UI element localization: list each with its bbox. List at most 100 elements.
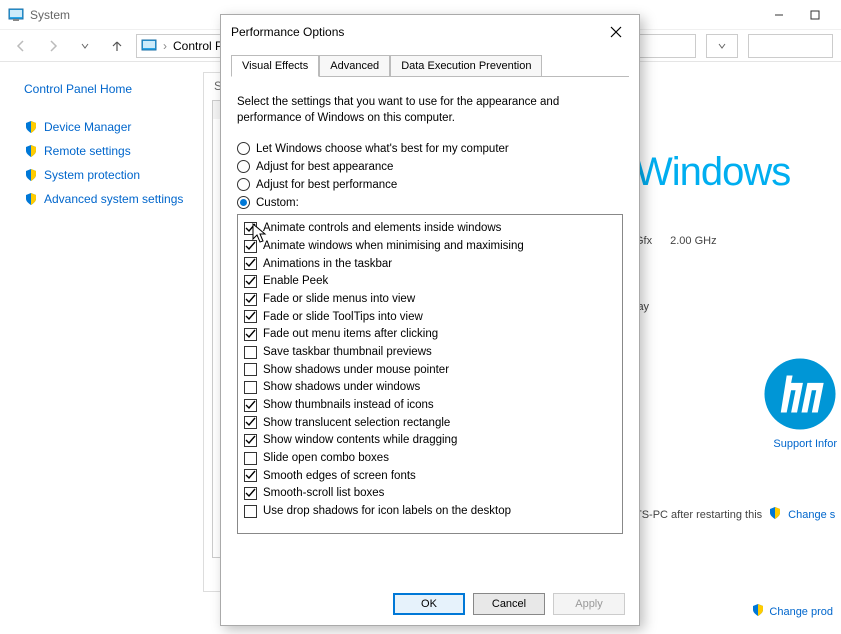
check-option-10[interactable]: Show thumbnails instead of icons xyxy=(244,397,616,414)
search-input[interactable] xyxy=(748,34,833,58)
check-option-16[interactable]: Use drop shadows for icon labels on the … xyxy=(244,503,616,520)
check-option-15[interactable]: Smooth-scroll list boxes xyxy=(244,485,616,502)
ray-label: lay xyxy=(635,301,837,313)
performance-options-dialog: Performance Options Visual EffectsAdvanc… xyxy=(220,14,640,626)
check-label: Animate windows when minimising and maxi… xyxy=(263,238,524,255)
radio-icon xyxy=(237,160,250,173)
check-label: Fade or slide menus into view xyxy=(263,291,415,308)
sidebar: Control Panel Home Device Manager Remote … xyxy=(0,62,205,634)
close-button[interactable] xyxy=(603,19,629,45)
checkbox-icon xyxy=(244,310,257,323)
system-icon xyxy=(8,7,24,23)
forward-button[interactable] xyxy=(40,34,66,58)
check-option-13[interactable]: Slide open combo boxes xyxy=(244,450,616,467)
check-label: Smooth edges of screen fonts xyxy=(263,468,416,485)
cancel-button[interactable]: Cancel xyxy=(473,593,545,615)
gfx-value: 2.00 GHz xyxy=(670,235,716,247)
support-link[interactable]: Support Infor xyxy=(635,438,837,450)
checkbox-icon xyxy=(244,452,257,465)
check-label: Show shadows under mouse pointer xyxy=(263,362,449,379)
radio-option-3[interactable]: Custom: xyxy=(237,196,623,209)
check-option-14[interactable]: Smooth edges of screen fonts xyxy=(244,468,616,485)
back-button[interactable] xyxy=(8,34,34,58)
maximize-button[interactable] xyxy=(797,1,833,29)
check-option-2[interactable]: Animations in the taskbar xyxy=(244,256,616,273)
radio-icon xyxy=(237,142,250,155)
dialog-description: Select the settings that you want to use… xyxy=(237,94,623,126)
checkbox-icon xyxy=(244,399,257,412)
check-label: Show thumbnails instead of icons xyxy=(263,397,434,414)
sidebar-link-remote-settings[interactable]: Remote settings xyxy=(24,144,197,158)
radio-option-0[interactable]: Let Windows choose what's best for my co… xyxy=(237,142,623,155)
dialog-title: Performance Options xyxy=(231,25,344,39)
right-column: Windows Gfx 2.00 GHz lay Support Infor T… xyxy=(631,62,841,634)
checkbox-icon xyxy=(244,363,257,376)
checkbox-icon xyxy=(244,293,257,306)
up-button[interactable] xyxy=(104,34,130,58)
check-option-12[interactable]: Show window contents while dragging xyxy=(244,432,616,449)
checkbox-icon xyxy=(244,222,257,235)
sidebar-link-device-manager[interactable]: Device Manager xyxy=(24,120,197,134)
dialog-tab-data-execution-prevention[interactable]: Data Execution Prevention xyxy=(390,55,542,77)
sidebar-link-system-protection[interactable]: System protection xyxy=(24,168,197,182)
check-option-5[interactable]: Fade or slide ToolTips into view xyxy=(244,309,616,326)
checkbox-icon xyxy=(244,240,257,253)
checkbox-icon xyxy=(244,346,257,359)
sidebar-link-advanced-system-settings[interactable]: Advanced system settings xyxy=(24,192,197,206)
control-panel-home-link[interactable]: Control Panel Home xyxy=(24,82,197,96)
ok-button[interactable]: OK xyxy=(393,593,465,615)
change-product-link[interactable]: Change prod xyxy=(751,603,833,620)
check-label: Fade out menu items after clicking xyxy=(263,326,438,343)
recent-dropdown[interactable] xyxy=(72,34,98,58)
shield-icon xyxy=(24,144,38,158)
dialog-tab-visual-effects[interactable]: Visual Effects xyxy=(231,55,319,77)
check-option-1[interactable]: Animate windows when minimising and maxi… xyxy=(244,238,616,255)
checkbox-icon xyxy=(244,275,257,288)
shield-icon xyxy=(24,120,38,134)
checkbox-icon xyxy=(244,381,257,394)
dialog-tab-advanced[interactable]: Advanced xyxy=(319,55,390,77)
checkbox-icon xyxy=(244,328,257,341)
breadcrumb-sep: › xyxy=(163,39,167,53)
check-label: Animate controls and elements inside win… xyxy=(263,220,501,237)
dialog-titlebar[interactable]: Performance Options xyxy=(221,15,639,49)
check-option-3[interactable]: Enable Peek xyxy=(244,273,616,290)
checkbox-icon xyxy=(244,469,257,482)
check-label: Fade or slide ToolTips into view xyxy=(263,309,423,326)
check-option-8[interactable]: Show shadows under mouse pointer xyxy=(244,362,616,379)
checkbox-icon xyxy=(244,416,257,429)
shield-icon xyxy=(751,603,765,620)
radio-option-1[interactable]: Adjust for best appearance xyxy=(237,160,623,173)
radio-label: Adjust for best appearance xyxy=(256,161,393,173)
address-dropdown[interactable] xyxy=(706,34,738,58)
check-option-11[interactable]: Show translucent selection rectangle xyxy=(244,415,616,432)
check-option-4[interactable]: Fade or slide menus into view xyxy=(244,291,616,308)
control-panel-icon xyxy=(141,38,157,54)
check-label: Animations in the taskbar xyxy=(263,256,392,273)
radio-option-2[interactable]: Adjust for best performance xyxy=(237,178,623,191)
shield-icon xyxy=(24,192,38,206)
check-option-0[interactable]: Animate controls and elements inside win… xyxy=(244,220,616,237)
check-label: Slide open combo boxes xyxy=(263,450,389,467)
check-label: Show translucent selection rectangle xyxy=(263,415,450,432)
check-label: Smooth-scroll list boxes xyxy=(263,485,384,502)
checkbox-icon xyxy=(244,434,257,447)
check-option-6[interactable]: Fade out menu items after clicking xyxy=(244,326,616,343)
check-label: Show shadows under windows xyxy=(263,379,420,396)
effects-checklist: Animate controls and elements inside win… xyxy=(237,214,623,534)
checkbox-icon xyxy=(244,257,257,270)
windows-logo-text: Windows xyxy=(635,150,837,195)
check-label: Show window contents while dragging xyxy=(263,432,457,449)
check-label: Use drop shadows for icon labels on the … xyxy=(263,503,511,520)
radio-icon xyxy=(237,178,250,191)
radio-label: Let Windows choose what's best for my co… xyxy=(256,143,509,155)
check-option-7[interactable]: Save taskbar thumbnail previews xyxy=(244,344,616,361)
radio-label: Custom: xyxy=(256,197,299,209)
checkbox-icon xyxy=(244,505,257,518)
restart-text: TS-PC after restarting this xyxy=(635,509,762,521)
minimize-button[interactable] xyxy=(761,1,797,29)
shield-icon xyxy=(768,506,782,523)
check-option-9[interactable]: Show shadows under windows xyxy=(244,379,616,396)
change-settings-link[interactable]: Change s xyxy=(788,509,835,521)
radio-label: Adjust for best performance xyxy=(256,179,397,191)
